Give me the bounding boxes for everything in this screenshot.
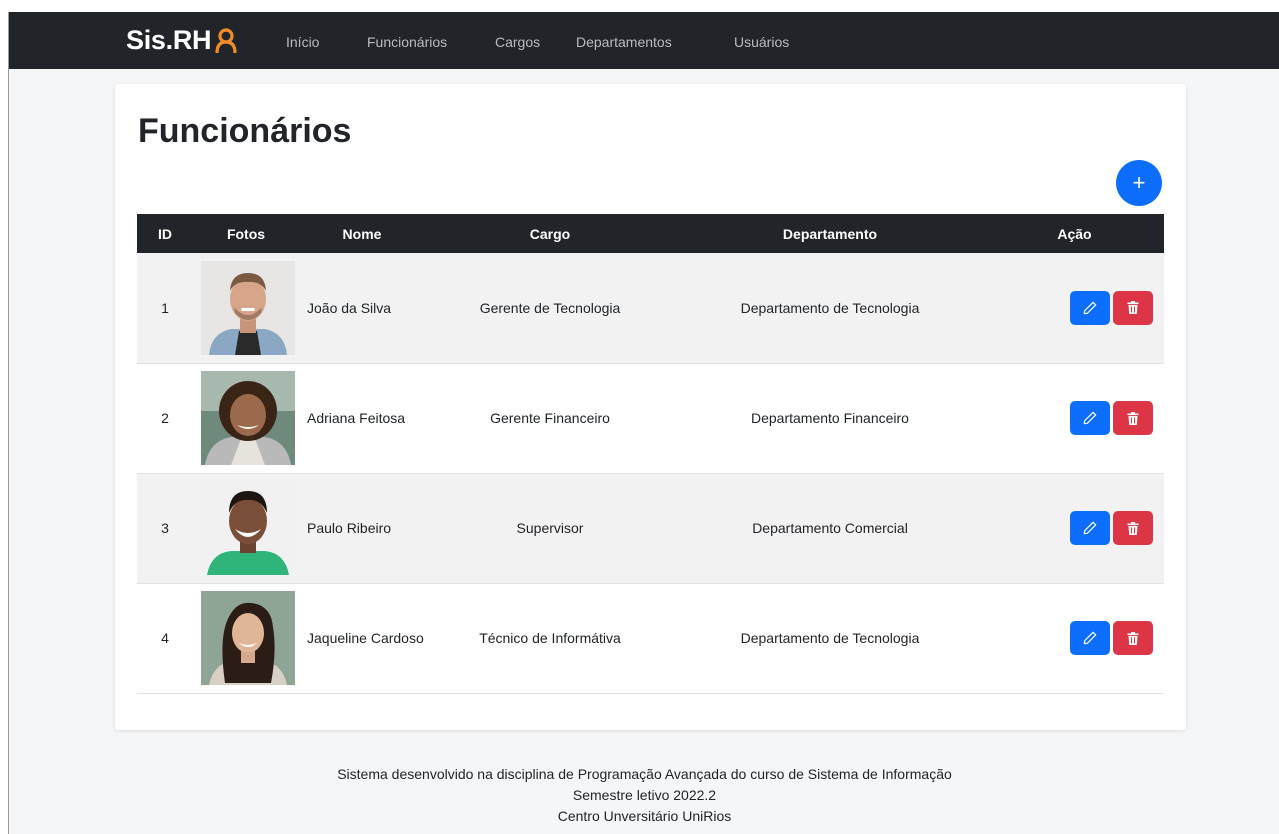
cell-departamento: Departamento de Tecnologia: [740, 299, 920, 316]
cell-cargo: Gerente Financeiro: [490, 410, 610, 426]
table-row: 4 Jaqueline Cardoso Técnico de Informáti…: [137, 583, 1164, 693]
edit-button[interactable]: [1070, 621, 1110, 655]
cell-actions: [985, 253, 1164, 363]
nav-link-departamentos[interactable]: Departamentos: [576, 34, 672, 50]
employee-photo: [201, 481, 295, 575]
navbar: Sis.RH Início Funcionários Cargos Depart…: [9, 12, 1279, 69]
nav-link-cargos[interactable]: Cargos: [495, 34, 540, 50]
cell-departamento: Departamento Financeiro: [751, 410, 909, 426]
footer: Sistema desenvolvido na disciplina de Pr…: [9, 764, 1279, 827]
employee-photo: [201, 371, 295, 465]
header-acao: Ação: [1057, 225, 1092, 242]
cell-photo: [193, 253, 299, 363]
cell-departamento: Departamento Comercial: [752, 520, 908, 536]
window-top-strip: [0, 0, 1279, 12]
cell-id: 3: [161, 520, 169, 536]
brand-logo[interactable]: Sis.RH: [126, 25, 238, 56]
content-card: Funcionários + ID Fotos Nome Cargo Depar…: [115, 84, 1186, 730]
header-cargo: Cargo: [529, 225, 571, 242]
table-row: 2 Adriana Feitosa Gerente Financeiro Dep…: [137, 363, 1164, 473]
nav-link-inicio[interactable]: Início: [286, 34, 319, 50]
footer-line-course: Sistema desenvolvido na disciplina de Pr…: [337, 766, 952, 782]
header-id: ID: [158, 225, 172, 242]
cell-name: Paulo Ribeiro: [307, 520, 392, 536]
edit-button[interactable]: [1070, 401, 1110, 435]
browser-viewport: Sis.RH Início Funcionários Cargos Depart…: [8, 12, 1279, 834]
header-fotos: Fotos: [226, 225, 266, 242]
cell-departamento: Departamento de Tecnologia: [740, 630, 920, 646]
trash-icon: [1127, 301, 1139, 315]
employee-photo: [201, 591, 295, 685]
delete-button[interactable]: [1113, 401, 1153, 435]
add-employee-button[interactable]: +: [1116, 160, 1162, 206]
cell-name: Jaqueline Cardoso: [307, 630, 424, 646]
table-header-row: ID Fotos Nome Cargo Departamento Ação: [137, 214, 1164, 253]
header-nome: Nome: [342, 225, 382, 242]
nav-link-usuarios[interactable]: Usuários: [734, 34, 789, 50]
table-row: 3 Paulo Ribeiro Supervisor Departamento …: [137, 473, 1164, 583]
delete-button[interactable]: [1113, 290, 1153, 325]
cell-actions: [985, 363, 1164, 473]
cell-cargo: Supervisor: [516, 520, 584, 536]
brand-text: Sis.RH: [126, 25, 212, 55]
table-header: ID Fotos Nome Cargo Departamento Ação: [137, 214, 1164, 253]
page-title: Funcionários: [138, 112, 352, 150]
trash-icon: [1127, 521, 1139, 535]
trash-icon: [1127, 411, 1139, 425]
pencil-icon: [1083, 631, 1097, 645]
employees-table: ID Fotos Nome Cargo Departamento Ação 1: [137, 214, 1164, 694]
pencil-icon: [1083, 301, 1097, 315]
cell-photo: [193, 583, 299, 693]
cell-id: 1: [161, 299, 169, 316]
cell-photo: [193, 473, 299, 583]
cell-id: 4: [161, 630, 169, 646]
cell-actions: [985, 583, 1164, 693]
cell-cargo: Técnico de Informátiva: [479, 630, 621, 646]
footer-line-institution: Centro Unversitário UniRios: [557, 808, 732, 824]
header-departamento: Departamento: [782, 225, 878, 242]
cell-photo: [193, 363, 299, 473]
cell-cargo: Gerente de Tecnologia: [479, 299, 621, 316]
cell-name: João da Silva: [307, 299, 392, 316]
footer-line-semester: Semestre letivo 2022.2: [572, 787, 717, 803]
edit-button[interactable]: [1070, 290, 1110, 325]
person-outline-icon: [215, 27, 237, 53]
trash-icon: [1127, 631, 1139, 645]
table-row: 1 João da Silva Gerente de Tecnologia De…: [137, 253, 1164, 363]
cell-name: Adriana Feitosa: [307, 410, 406, 426]
delete-button[interactable]: [1113, 511, 1153, 545]
delete-button[interactable]: [1113, 621, 1153, 655]
employee-photo: [201, 260, 295, 355]
pencil-icon: [1083, 411, 1097, 425]
pencil-icon: [1083, 521, 1097, 535]
cell-id: 2: [161, 410, 169, 426]
edit-button[interactable]: [1070, 511, 1110, 545]
nav-link-funcionarios[interactable]: Funcionários: [367, 34, 447, 50]
cell-actions: [985, 473, 1164, 583]
